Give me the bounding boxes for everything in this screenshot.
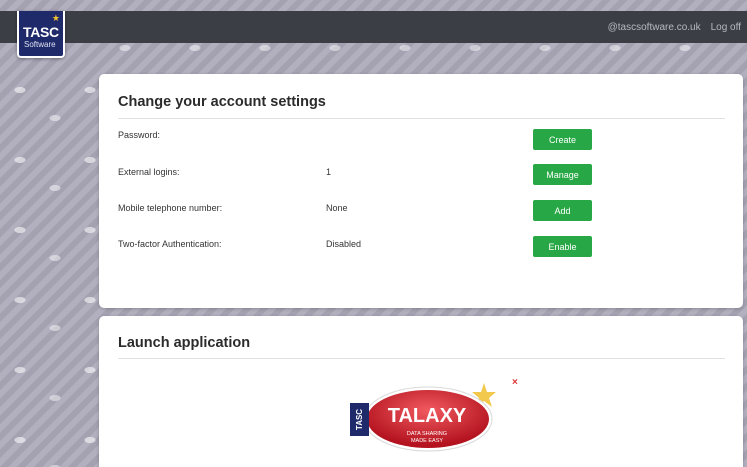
talaxy-app-logo[interactable]: TASC TALAXY DATA SHARING MADE EASY <box>348 381 498 461</box>
tasc-logo[interactable]: ★ TASC Software <box>17 11 65 58</box>
user-links: @tascsoftware.co.uk Log off <box>608 11 741 43</box>
launch-application-title: Launch application <box>118 335 251 351</box>
external-logins-label: External logins: <box>118 167 180 177</box>
logo-subtext: Software <box>24 40 56 49</box>
mobile-number-label: Mobile telephone number: <box>118 203 223 213</box>
divider <box>118 118 725 119</box>
talaxy-name: TALAXY <box>388 405 467 427</box>
close-icon[interactable]: × <box>512 377 518 388</box>
external-logins-value: 1 <box>326 167 332 177</box>
add-mobile-button[interactable]: Add <box>533 200 592 221</box>
two-factor-value: Disabled <box>326 239 362 249</box>
star-icon: ★ <box>51 13 60 23</box>
launch-application-card: Launch application × TASC TALAXY DATA SH… <box>99 316 743 467</box>
account-settings-card: Change your account settings Password: C… <box>99 74 743 308</box>
talaxy-tagline: DATA SHARING <box>407 431 447 437</box>
logo-text: TASC <box>23 24 59 40</box>
enable-two-factor-button[interactable]: Enable <box>533 236 592 257</box>
talaxy-tagline: MADE EASY <box>411 438 443 444</box>
divider <box>118 358 725 359</box>
account-settings-title: Change your account settings <box>118 94 326 110</box>
mobile-number-value: None <box>326 203 348 213</box>
create-password-button[interactable]: Create <box>533 129 592 150</box>
logoff-link[interactable]: Log off <box>711 22 741 33</box>
password-label: Password: <box>118 130 161 140</box>
manage-logins-button[interactable]: Manage <box>533 164 592 185</box>
user-email-link[interactable]: @tascsoftware.co.uk <box>608 22 701 33</box>
two-factor-label: Two-factor Authentication: <box>118 239 222 249</box>
talaxy-badge-text: TASC <box>355 409 364 430</box>
top-navbar: @tascsoftware.co.uk Log off <box>0 11 747 43</box>
